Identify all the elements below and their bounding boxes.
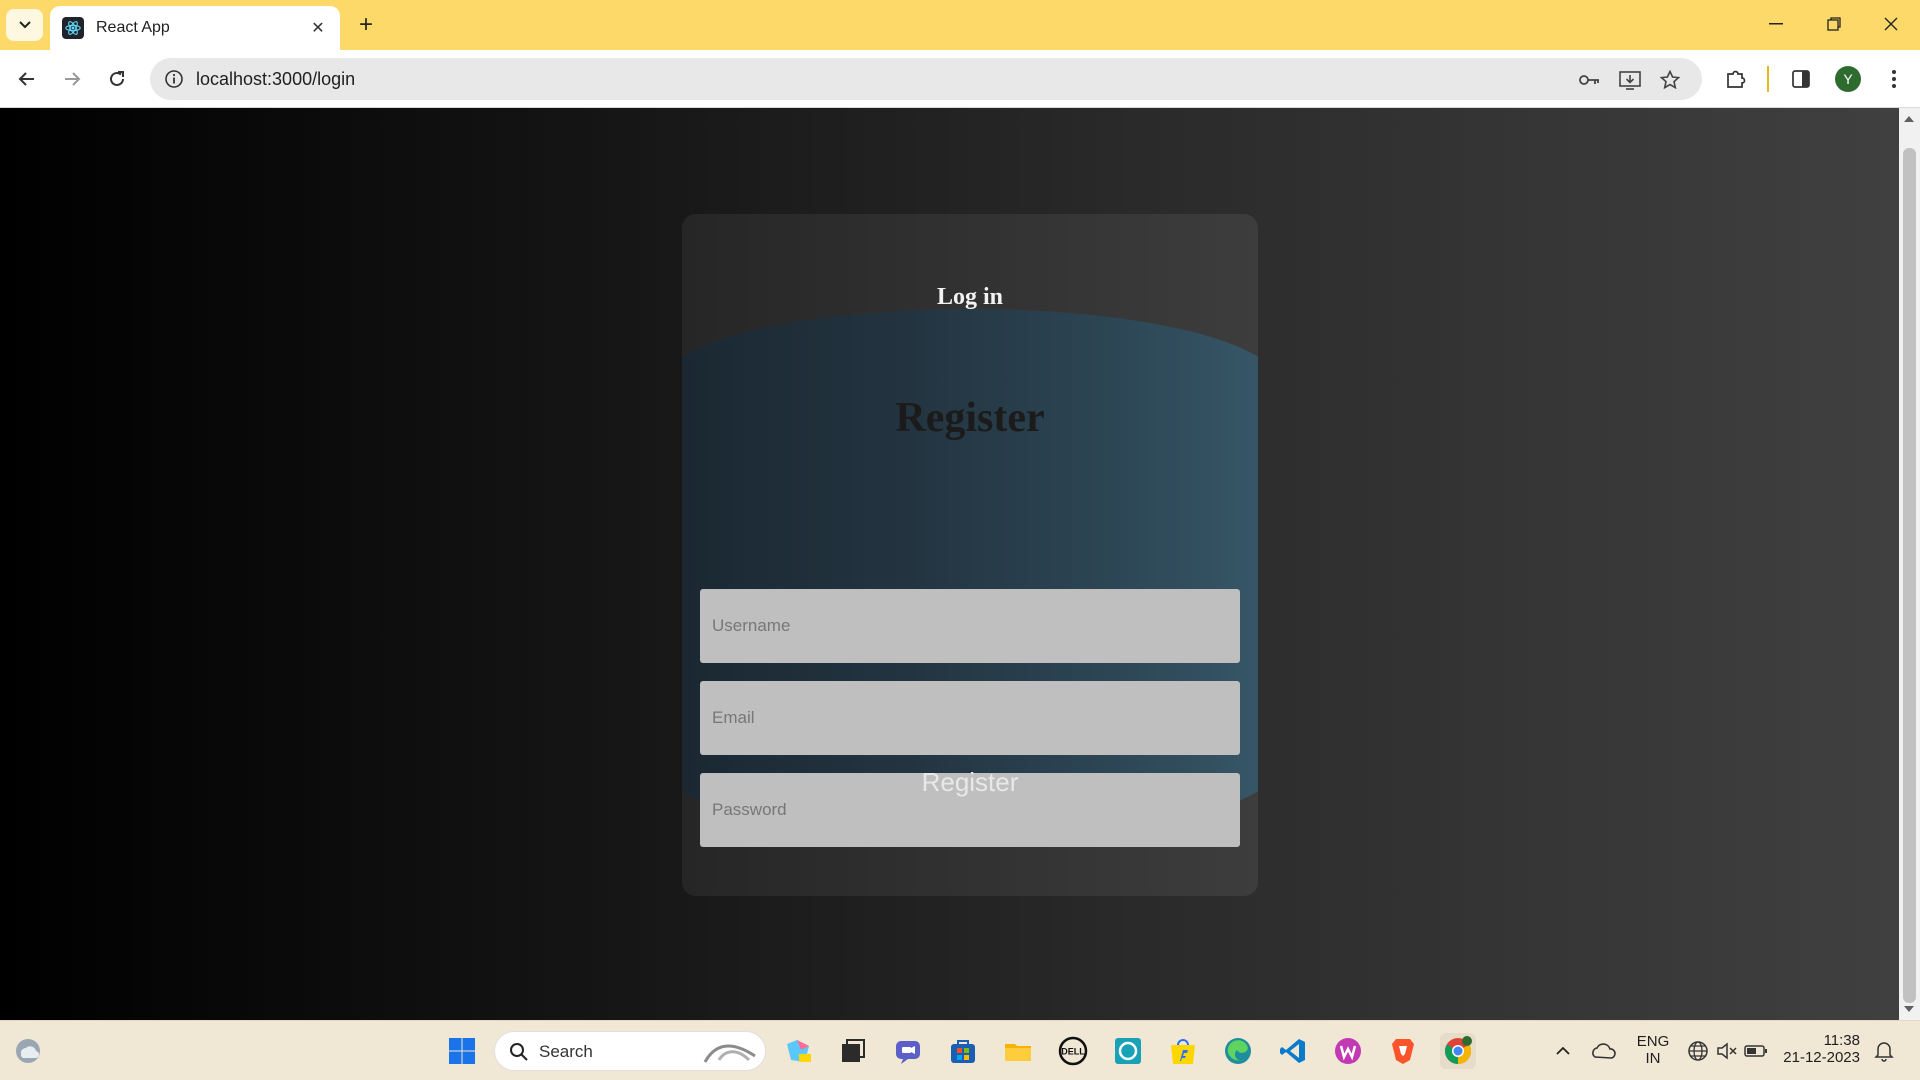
alexa-app-icon[interactable] bbox=[1110, 1033, 1146, 1069]
chrome-browser-icon[interactable] bbox=[1440, 1033, 1476, 1069]
page-viewport: Log in Register Register bbox=[0, 108, 1899, 1020]
close-tab-icon[interactable]: ✕ bbox=[306, 16, 330, 40]
battery-icon[interactable] bbox=[1738, 1033, 1774, 1069]
svg-text:DELL: DELL bbox=[1061, 1047, 1085, 1057]
file-explorer-icon[interactable] bbox=[1000, 1033, 1036, 1069]
edge-browser-icon[interactable] bbox=[1220, 1033, 1256, 1069]
toolbar-divider bbox=[1767, 66, 1769, 92]
site-info-icon[interactable] bbox=[164, 69, 184, 89]
page-scrollbar[interactable] bbox=[1899, 108, 1920, 1020]
search-label: Search bbox=[539, 1042, 593, 1061]
scroll-down-arrow-icon[interactable] bbox=[1904, 1006, 1914, 1012]
clock[interactable]: 11:38 21-12-2023 bbox=[1780, 1032, 1860, 1066]
weather-widget-icon[interactable] bbox=[10, 1033, 46, 1069]
restore-button[interactable] bbox=[1812, 8, 1856, 40]
onedrive-cloud-icon[interactable] bbox=[1585, 1033, 1621, 1069]
show-hidden-icons-chevron-up-icon[interactable] bbox=[1545, 1033, 1581, 1069]
new-tab-button[interactable]: + bbox=[352, 11, 380, 39]
browser-tab-bar: React App ✕ + bbox=[0, 0, 1920, 50]
side-panel-icon[interactable] bbox=[1787, 65, 1815, 93]
browser-menu-icon[interactable] bbox=[1880, 65, 1908, 93]
vscode-app-icon[interactable] bbox=[1275, 1033, 1311, 1069]
copilot-app-icon[interactable] bbox=[780, 1033, 816, 1069]
scroll-thumb[interactable] bbox=[1903, 148, 1916, 1003]
clock-date: 21-12-2023 bbox=[1783, 1049, 1860, 1066]
auth-card: Log in Register Register bbox=[682, 214, 1258, 896]
minimize-icon bbox=[1769, 23, 1783, 25]
dell-app-icon[interactable]: DELL bbox=[1055, 1033, 1091, 1069]
url-text[interactable]: localhost:3000/login bbox=[196, 69, 355, 90]
back-button[interactable] bbox=[11, 63, 43, 95]
login-toggle-label[interactable]: Log in bbox=[682, 284, 1258, 311]
install-app-icon[interactable] bbox=[1618, 68, 1642, 92]
username-field[interactable] bbox=[700, 589, 1240, 663]
reload-button[interactable] bbox=[101, 63, 133, 95]
close-window-button[interactable] bbox=[1869, 8, 1913, 40]
teams-chat-icon[interactable] bbox=[890, 1033, 926, 1069]
windows-taskbar: Search DELL ENG IN 11:38 21-12-2023 bbox=[0, 1020, 1920, 1080]
language-region: IN bbox=[1645, 1050, 1661, 1067]
bookmark-star-icon[interactable] bbox=[1658, 68, 1682, 92]
brave-browser-icon[interactable] bbox=[1385, 1033, 1421, 1069]
browser-tab[interactable]: React App ✕ bbox=[50, 6, 340, 50]
search-highlight-illustration-icon bbox=[703, 1044, 756, 1063]
notification-bell-icon[interactable] bbox=[1866, 1033, 1902, 1069]
search-icon bbox=[510, 1043, 528, 1061]
wps-office-icon[interactable] bbox=[1330, 1033, 1366, 1069]
arrow-left-icon bbox=[18, 72, 34, 86]
extensions-puzzle-icon[interactable] bbox=[1722, 65, 1750, 93]
minimize-button[interactable] bbox=[1754, 8, 1798, 40]
restore-icon bbox=[1827, 17, 1841, 31]
chevron-down-icon bbox=[18, 21, 31, 29]
taskbar-search-box[interactable]: Search bbox=[494, 1031, 766, 1071]
arrow-right-icon bbox=[65, 72, 81, 86]
tab-search-button[interactable] bbox=[6, 9, 43, 41]
register-heading[interactable]: Register bbox=[682, 394, 1258, 442]
forward-button[interactable] bbox=[56, 63, 88, 95]
task-view-icon[interactable] bbox=[835, 1033, 871, 1069]
reload-icon bbox=[110, 71, 124, 86]
email-field[interactable] bbox=[700, 681, 1240, 755]
react-favicon-icon bbox=[62, 17, 84, 39]
language-code: ENG bbox=[1636, 1033, 1670, 1050]
flipkart-app-icon[interactable] bbox=[1165, 1033, 1201, 1069]
profile-avatar[interactable]: Y bbox=[1835, 66, 1861, 92]
browser-toolbar: localhost:3000/login bbox=[0, 50, 1920, 108]
password-key-icon[interactable] bbox=[1578, 68, 1602, 92]
clock-time: 11:38 bbox=[1823, 1032, 1860, 1049]
close-icon bbox=[1884, 17, 1898, 31]
scroll-up-arrow-icon[interactable] bbox=[1904, 116, 1914, 122]
tab-title: React App bbox=[96, 19, 170, 36]
start-windows-icon[interactable] bbox=[444, 1033, 480, 1069]
address-bar[interactable]: localhost:3000/login bbox=[150, 58, 1702, 100]
microsoft-store-icon[interactable] bbox=[945, 1033, 981, 1069]
input-language-indicator[interactable]: ENG IN bbox=[1632, 1033, 1674, 1067]
register-button[interactable]: Register bbox=[870, 760, 1070, 804]
